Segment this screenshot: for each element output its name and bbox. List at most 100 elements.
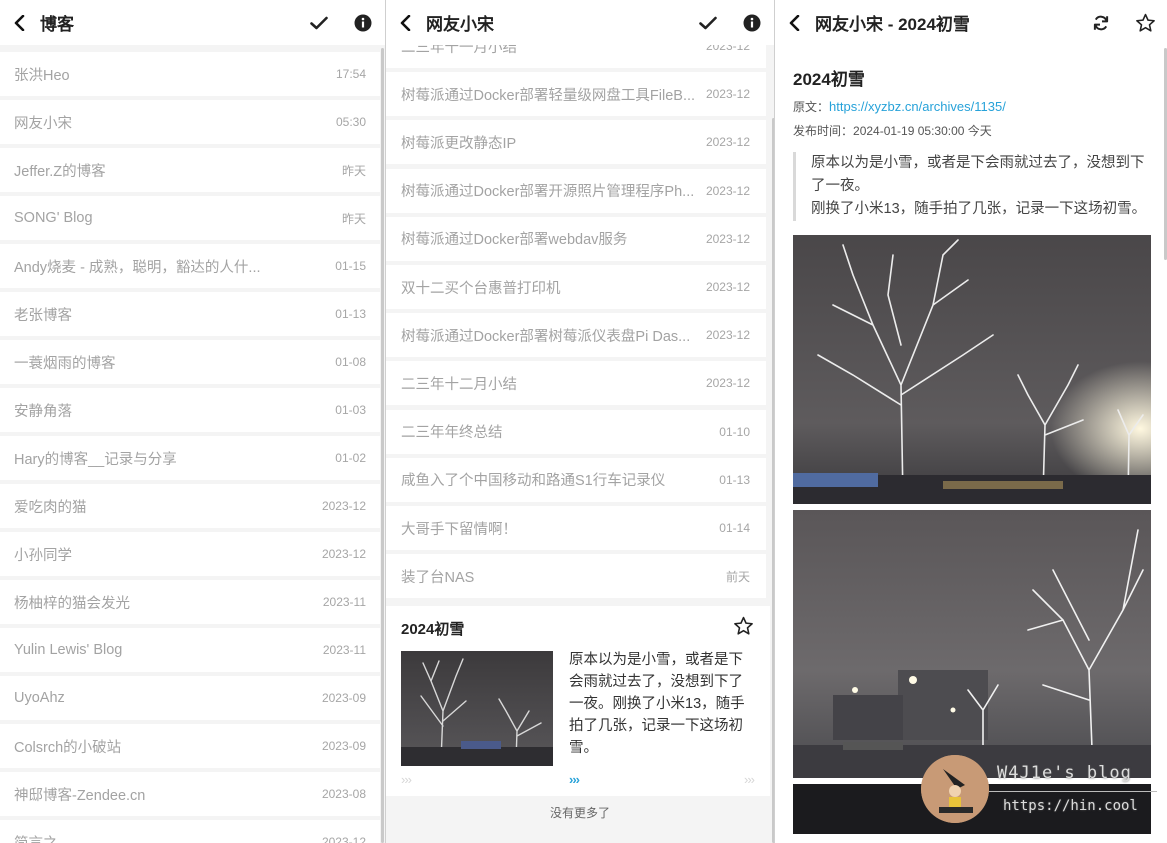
list-item[interactable]: 杨柚梓的猫会发光 2023-11 [0, 580, 380, 624]
list-item[interactable]: 树莓派更改静态IP 2023-12 [386, 120, 766, 165]
list-item-time: 2023-12 [705, 231, 750, 246]
list-item[interactable]: 树莓派通过Docker部署树莓派仪表盘Pi Das... 2023-12 [386, 313, 766, 358]
read-more-indicator[interactable]: ››› [569, 772, 580, 787]
source-link[interactable]: https://xyzbz.cn/archives/1135/ [829, 99, 1006, 114]
post-thumbnail [401, 651, 553, 766]
list-item[interactable]: UyoAhz 2023-09 [0, 676, 380, 720]
list-item-time: 2023-12 [705, 376, 750, 391]
blog-list-header: 博客 [0, 0, 385, 45]
article-header: 网友小宋 - 2024初雪 [775, 0, 1167, 45]
list-item-time: 01-13 [335, 307, 366, 321]
scrollbar[interactable] [381, 48, 384, 843]
list-item-title: UyoAhz [14, 690, 65, 706]
list-item-title: 树莓派通过Docker部署webdav服务 [401, 232, 628, 249]
no-more-label: 没有更多了 [549, 806, 610, 820]
info-button[interactable] [341, 0, 385, 45]
list-item[interactable]: 爱吃肉的猫 2023-12 [0, 484, 380, 528]
page-title: 博客 [40, 15, 74, 34]
list-item[interactable]: 双十二买个台惠普打印机 2023-12 [386, 265, 766, 309]
list-item[interactable]: SONG' Blog 昨天 [0, 196, 380, 240]
post-list-header: 网友小宋 [386, 0, 774, 45]
snow-photo-1[interactable] [793, 235, 1151, 504]
list-item[interactable]: 简言之 2023-12 [0, 820, 380, 843]
list-item-title: 神邸博客-Zendee.cn [14, 787, 146, 804]
list-item-title: 树莓派通过Docker部署树莓派仪表盘Pi Das... [401, 328, 691, 345]
refresh-button[interactable] [1079, 0, 1123, 45]
favorite-button[interactable] [1123, 0, 1167, 45]
back-button[interactable] [775, 0, 815, 45]
list-item[interactable]: Yulin Lewis' Blog 2023-11 [0, 628, 380, 672]
back-button[interactable] [386, 0, 426, 45]
info-icon [354, 14, 372, 31]
list-item-title: Colsrch的小破站 [14, 739, 122, 756]
list-item-time: 01-15 [335, 259, 366, 273]
list-item[interactable]: 树莓派通过Docker部署轻量级网盘工具FileB... 2023-12 [386, 72, 766, 117]
list-item[interactable]: 安静角落 01-03 [0, 388, 380, 432]
quote-line-1: 原本以为是小雪，或者是下会雨就过去了，没想到下了一夜。 [811, 155, 1145, 194]
mark-all-read-button[interactable] [686, 0, 730, 45]
post-excerpt: 原本以为是小雪，或者是下会雨就过去了，没想到下了一夜。刚换了小米13，随手拍了几… [569, 652, 745, 756]
list-item[interactable]: 张洪Heo 17:54 [0, 52, 380, 96]
list-item[interactable]: 小孙同学 2023-12 [0, 532, 380, 576]
info-icon [743, 14, 761, 31]
list-item-time: 2023-11 [322, 595, 366, 609]
list-item[interactable]: 树莓派通过Docker部署开源照片管理程序Ph... 2023-12 [386, 168, 766, 213]
watermark: W4J1e's blog https://hin.cool [921, 755, 1161, 827]
list-item-time: 2023-12 [705, 135, 750, 150]
list-item-time: 2023-12 [321, 547, 366, 561]
star-outline-icon [734, 616, 753, 635]
mark-all-read-button[interactable] [297, 0, 341, 45]
favorite-button[interactable] [733, 616, 754, 641]
list-item[interactable]: 大哥手下留情啊！ 01-14 [386, 506, 766, 550]
info-button[interactable] [730, 0, 774, 45]
list-item[interactable]: 一蓑烟雨的博客 01-08 [0, 340, 380, 384]
list-item-time: 2023-09 [321, 739, 366, 753]
published-value: 2024-01-19 05:30:00 今天 [853, 124, 992, 138]
list-item-title: SONG' Blog [14, 210, 93, 226]
list-item-time: 05:30 [335, 115, 366, 129]
list-item-title: Yulin Lewis' Blog [14, 642, 123, 658]
list-item-title: 简言之 [14, 832, 312, 843]
list-item-time: 2023-12 [321, 835, 366, 843]
list-item-title: Andy烧麦 - 成熟，聪明，豁达的人什... [14, 259, 261, 276]
list-item[interactable]: Hary的博客__记录与分享 01-02 [0, 436, 380, 480]
refresh-icon [1093, 15, 1109, 30]
list-item[interactable]: 二三年年终总结 01-10 [386, 409, 766, 454]
list-item-title: 张洪Heo [14, 67, 70, 84]
list-item[interactable]: 二三年十一月小结 2023-12 [386, 45, 766, 68]
list-item-title: Hary的博客__记录与分享 [14, 451, 177, 468]
list-item[interactable]: 装了台NAS 前天 [386, 554, 766, 599]
star-outline-icon [1135, 13, 1155, 32]
article-title: 2024初雪 [793, 70, 865, 89]
list-item[interactable]: 树莓派通过Docker部署webdav服务 2023-12 [386, 216, 766, 261]
list-item[interactable]: 二三年十二月小结 2023-12 [386, 361, 766, 406]
list-item-time: 01-08 [335, 355, 366, 369]
page-title: 网友小宋 - 2024初雪 [815, 15, 970, 34]
list-item-title: 双十二买个台惠普打印机 [401, 280, 561, 297]
list-item-title: Jeffer.Z的博客 [14, 163, 106, 180]
list-item-time: 01-03 [335, 403, 366, 417]
list-item-time: 01-14 [719, 521, 750, 535]
list-item-time: 2023-12 [705, 328, 750, 343]
list-item-time: 2023-12 [321, 499, 366, 513]
post-card-2024-first-snow[interactable]: 2024初雪 原本以为是小雪，或者是下会雨就过去了，没想到下了一夜。刚换了小米1… [386, 606, 770, 796]
list-item-time: 01-02 [335, 451, 366, 465]
list-item[interactable]: Andy烧麦 - 成熟，聪明，豁达的人什... 01-15 [0, 244, 380, 288]
back-button[interactable] [0, 0, 40, 45]
list-item[interactable]: Jeffer.Z的博客 昨天 [0, 148, 380, 192]
list-item-title: 树莓派通过Docker部署轻量级网盘工具FileB... [401, 87, 696, 104]
list-item[interactable]: 网友小宋 05:30 [0, 100, 380, 144]
list-item-time: 2023-09 [321, 691, 366, 705]
list-item-title: 二三年十一月小结 [401, 45, 517, 56]
list-item[interactable]: 咸鱼入了个中国移动和路通S1行车记录仪 01-13 [386, 457, 766, 502]
list-item-title: 老张博客 [14, 307, 72, 324]
list-item[interactable]: 老张博客 01-13 [0, 292, 380, 336]
list-item-title: 大哥手下留情啊！ [401, 521, 517, 538]
list-item[interactable]: Colsrch的小破站 2023-09 [0, 724, 380, 768]
post-list-pane: 网友小宋 二三年十一月小结 2023-12 树莓派通过Docker部署轻量级网盘工具… [386, 0, 774, 843]
page-title: 网友小宋 [426, 15, 494, 34]
watermark-title: W4J1e's blog [997, 763, 1132, 783]
list-item[interactable]: 神邸博客-Zendee.cn 2023-08 [0, 772, 380, 816]
snow-photo-2[interactable] [793, 510, 1151, 778]
more-indicator-left: ››› [401, 772, 412, 787]
